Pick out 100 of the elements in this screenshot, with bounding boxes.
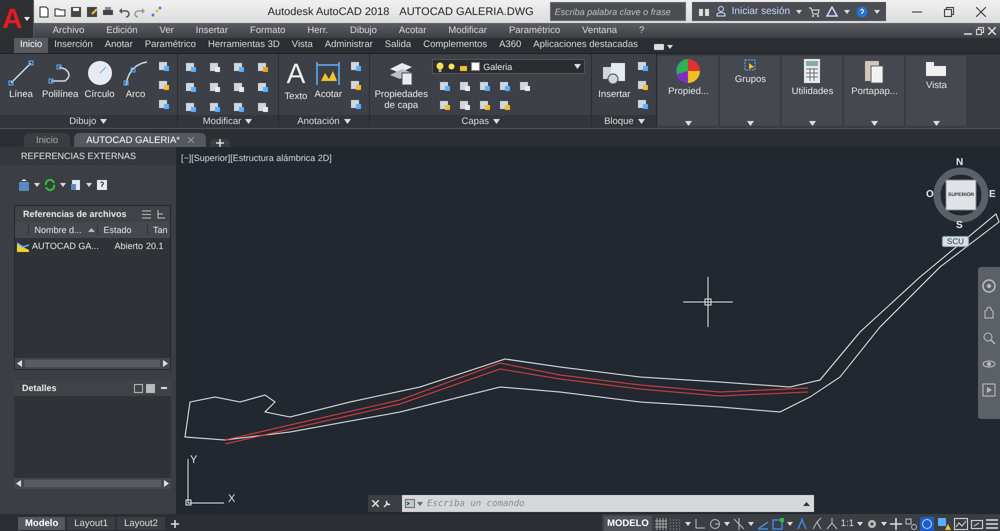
ribbon-tab[interactable]: Inicio <box>14 38 48 53</box>
up-arrow-icon[interactable] <box>803 502 810 506</box>
tool-icon[interactable] <box>498 98 512 112</box>
tool-icon[interactable] <box>184 100 198 114</box>
steering-wheel-icon[interactable] <box>982 279 996 293</box>
ucs-menu-button[interactable]: SCU <box>942 236 969 247</box>
triangle-icon[interactable] <box>826 6 838 17</box>
ribbon-tab[interactable]: Administrar <box>318 38 379 53</box>
column-header[interactable]: Tan <box>147 225 170 235</box>
dropdown-arrow-icon[interactable] <box>493 119 500 124</box>
panel-title[interactable]: Capas <box>370 115 592 128</box>
undo-icon[interactable] <box>118 6 130 18</box>
tool-icon[interactable] <box>156 97 171 111</box>
tool-icon[interactable] <box>208 100 222 114</box>
dropdown-arrow-icon[interactable] <box>684 121 692 126</box>
dropdown-arrow-icon[interactable] <box>344 119 351 124</box>
caret-icon[interactable] <box>666 45 673 49</box>
tool-button[interactable]: Círculo <box>84 57 115 115</box>
layout-tab[interactable]: Modelo <box>18 517 66 530</box>
caret-icon[interactable] <box>24 17 30 21</box>
dropdown-arrow-icon[interactable] <box>574 64 582 69</box>
search-field[interactable]: Escriba palabra clave o frase <box>550 2 686 21</box>
collapsed-panel[interactable]: Portapap... <box>844 56 904 126</box>
line-icon[interactable] <box>6 59 36 87</box>
menu-item[interactable]: Formato <box>239 25 296 36</box>
dropdown-arrow-icon[interactable] <box>932 121 940 126</box>
tool-icon[interactable] <box>256 80 270 94</box>
menu-item[interactable]: Paramétrico <box>498 25 572 36</box>
viewport-controls[interactable]: [−][Superior][Estructura alámbrica 2D] <box>181 153 332 163</box>
tool-icon[interactable] <box>156 59 171 73</box>
fullscreen-icon[interactable] <box>971 518 983 530</box>
calculator-icon[interactable] <box>802 58 822 84</box>
caret-icon[interactable] <box>684 522 691 526</box>
dropdown-arrow-icon[interactable] <box>100 119 108 124</box>
color-wheel-icon[interactable] <box>675 58 702 84</box>
dropdown-arrow-icon[interactable] <box>808 121 816 126</box>
new-file-icon[interactable] <box>38 6 50 18</box>
tool-icon[interactable] <box>458 98 472 112</box>
cart-icon[interactable] <box>808 6 820 17</box>
ribbon-tab[interactable]: A360 <box>493 38 528 53</box>
caret-icon[interactable] <box>724 522 730 526</box>
menu-item[interactable]: Ventana <box>571 25 628 36</box>
tool-button[interactable]: Insertar <box>598 57 630 115</box>
clean-screen-icon[interactable] <box>954 518 968 530</box>
menu-item[interactable]: Herr. <box>296 25 339 36</box>
tool-icon[interactable] <box>208 80 222 94</box>
tool-button[interactable]: A Texto <box>284 57 308 115</box>
tool-icon[interactable] <box>498 79 512 93</box>
collapsed-panel[interactable]: Utilidades <box>782 56 842 126</box>
horizontal-scrollbar[interactable] <box>14 478 171 489</box>
sign-in-link[interactable]: Iniciar sesión <box>732 6 790 17</box>
command-input[interactable]: Escriba un comando <box>423 495 799 512</box>
ribbon-tab[interactable]: Paramétrico <box>138 38 202 53</box>
object-snap-tracking-icon[interactable] <box>732 518 745 530</box>
tool-icon[interactable] <box>438 79 452 93</box>
image-icon[interactable] <box>146 384 155 392</box>
ribbon-tab[interactable]: Vista <box>286 38 319 53</box>
menu-item[interactable]: Insertar <box>184 25 240 36</box>
collapsed-panel[interactable]: Grupos <box>720 56 780 126</box>
play-icon[interactable] <box>982 383 996 397</box>
tree-view-icon[interactable] <box>157 210 166 218</box>
dropdown-arrow-icon[interactable] <box>245 119 252 124</box>
annotation-scale-icon[interactable] <box>826 518 838 530</box>
menu-item[interactable]: Ver <box>148 25 185 36</box>
tool-icon[interactable] <box>349 97 364 111</box>
user-icon[interactable] <box>716 6 726 17</box>
panel-title[interactable]: Anotación <box>278 115 370 128</box>
collapsed-panel[interactable]: Propied... <box>658 56 718 126</box>
ribbon-tab[interactable]: Anotar <box>98 38 139 53</box>
tool-icon[interactable] <box>478 98 492 112</box>
dropdown-arrow-icon[interactable] <box>746 121 754 126</box>
auto-scale-icon[interactable] <box>810 518 823 530</box>
panel-title[interactable]: Dibujo <box>0 115 177 128</box>
left-arrow-icon[interactable] <box>17 360 22 367</box>
tool-icon[interactable] <box>184 80 198 94</box>
tool-icon[interactable] <box>349 78 364 92</box>
tool-icon[interactable] <box>208 60 222 74</box>
menu-item[interactable]: Acotar <box>388 25 438 36</box>
help-icon[interactable] <box>96 179 108 191</box>
ribbon-tab[interactable]: Salida <box>378 38 418 53</box>
refresh-icon[interactable] <box>44 179 56 191</box>
plus-icon[interactable] <box>170 520 179 528</box>
panel-title[interactable]: Modificar <box>178 115 278 128</box>
plus-icon[interactable] <box>890 518 902 530</box>
screen-icon[interactable] <box>654 44 664 50</box>
column-header[interactable]: Nombre d... <box>28 225 98 235</box>
tool-icon[interactable] <box>232 60 246 74</box>
horizontal-scrollbar[interactable] <box>15 358 170 369</box>
close-icon[interactable] <box>976 6 986 16</box>
caret-icon[interactable] <box>874 10 880 14</box>
tool-icon[interactable] <box>458 79 472 93</box>
dropdown-arrow-icon[interactable] <box>638 119 645 124</box>
caret-icon[interactable] <box>796 10 802 14</box>
menu-item[interactable]: Modificar <box>437 25 498 36</box>
right-arrow-icon[interactable] <box>164 480 169 487</box>
layout-tab[interactable]: Layout2 <box>117 517 165 530</box>
document-tab[interactable]: AUTOCAD GALERIA* <box>74 133 206 147</box>
restore-icon[interactable] <box>944 6 954 16</box>
workspace-icon[interactable] <box>150 6 162 18</box>
ribbon-tab[interactable]: Herramientas 3D <box>202 38 286 53</box>
